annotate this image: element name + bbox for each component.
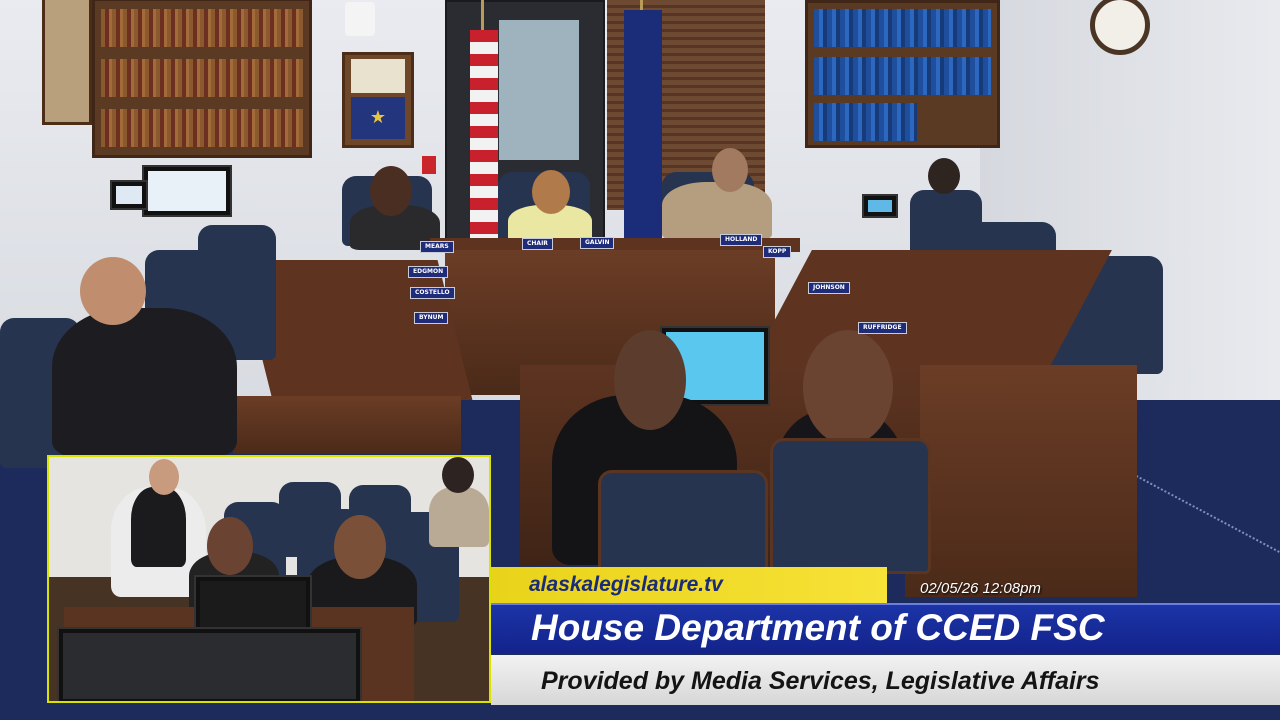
meeting-title: House Department of CCED FSC xyxy=(491,603,1280,653)
pip-woman-speaking-head xyxy=(334,515,386,579)
framed-certificate: ★ xyxy=(342,52,414,148)
committee-member xyxy=(662,182,772,240)
left-wing-desk-front xyxy=(233,396,461,454)
website-banner: alaskalegislature.tv xyxy=(491,567,887,603)
bookcase-left xyxy=(92,0,312,158)
nameplate-mears: MEARS xyxy=(420,241,454,253)
nameplate-edgmon: EDGMON xyxy=(408,266,449,278)
desk-monitor xyxy=(110,180,148,210)
nameplate-costello: COSTELLO xyxy=(410,287,455,299)
testifier-chair xyxy=(598,470,768,576)
pip-person-back-head xyxy=(442,457,474,493)
nameplate-kopp: KOPP xyxy=(763,246,792,258)
nameplate-johnson: JOHNSON xyxy=(808,282,850,294)
committee-member-head xyxy=(370,166,412,216)
committee-room-video-frame: ★ MEARS CHAIR GALVIN HOLLAND KOPP JOHNSO… xyxy=(0,0,1280,720)
bookcase-right xyxy=(805,0,1000,148)
alaska-flag xyxy=(624,10,662,240)
staff-member-head xyxy=(928,158,960,194)
us-flag xyxy=(470,30,498,245)
pip-seated-man-head xyxy=(149,459,179,495)
pip-person-back xyxy=(429,487,489,547)
pip-woman-left-head xyxy=(207,517,253,575)
security-camera xyxy=(345,2,375,36)
committee-chair-head xyxy=(532,170,570,214)
fire-alarm xyxy=(422,156,436,174)
pip-monitor-front xyxy=(57,627,362,701)
broadcast-timestamp: 02/05/26 12:08pm xyxy=(920,580,1041,597)
testifier-head xyxy=(614,330,686,430)
tablet xyxy=(862,194,898,218)
committee-member-head xyxy=(712,148,748,192)
nameplate-ruffridge: RUFFRIDGE xyxy=(858,322,907,334)
right-wing-desk-front xyxy=(905,365,1137,597)
nameplate-galvin: GALVIN xyxy=(580,237,615,249)
nameplate-holland: HOLLAND xyxy=(720,234,763,246)
pip-seated-man-vest xyxy=(131,487,186,567)
testifier-chair xyxy=(770,438,931,574)
testifier-head xyxy=(803,330,893,445)
wall-picture-left xyxy=(42,0,92,125)
staff-member xyxy=(52,308,237,456)
nameplate-bynum: BYNUM xyxy=(414,312,449,324)
picture-in-picture-inset xyxy=(47,455,491,703)
nameplate-chair: CHAIR xyxy=(522,238,553,250)
staff-member-head xyxy=(80,257,146,325)
right-wing-desk xyxy=(748,250,1112,370)
desk-monitor xyxy=(142,165,232,217)
provider-credit: Provided by Media Services, Legislative … xyxy=(491,655,1280,705)
